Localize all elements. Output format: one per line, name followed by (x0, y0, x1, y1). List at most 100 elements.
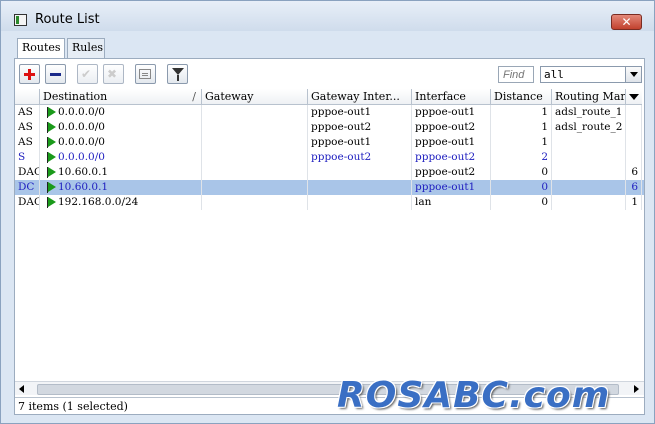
cell-extra: 6 (626, 165, 642, 180)
cell-destination: 10.60.0.1 (40, 180, 202, 195)
cell-distance: 0 (491, 180, 552, 195)
cell-gateway (202, 135, 308, 150)
x-icon: ✖ (107, 67, 118, 81)
disable-button[interactable]: ✖ (103, 64, 124, 84)
table-row[interactable]: DAC 192.168.0.0/24 lan 0 1 (15, 195, 644, 210)
cell-flags: DC (15, 180, 40, 195)
column-header-gateway[interactable]: Gateway (202, 89, 308, 105)
cell-gateway-interface (308, 195, 412, 210)
window-title: Route List (35, 12, 100, 27)
status-bar: 7 items (1 selected) (15, 397, 644, 414)
horizontal-scrollbar[interactable] (15, 381, 644, 395)
column-header-label: Destination (43, 90, 108, 103)
cell-routing-mark (552, 165, 626, 180)
scroll-left-icon[interactable] (15, 382, 29, 395)
routes-panel: ✔ ✖ all Destination / Gateway Gateway Inter… (14, 58, 645, 415)
check-icon: ✔ (81, 67, 92, 81)
tab-rules[interactable]: Rules (67, 38, 105, 58)
route-active-icon (47, 182, 56, 193)
cell-distance: 1 (491, 135, 552, 150)
cell-destination: 192.168.0.0/24 (40, 195, 202, 210)
cell-extra (626, 135, 642, 150)
column-header-label: Interface (415, 90, 466, 103)
column-header-label: Distance (494, 90, 543, 103)
tab-routes[interactable]: Routes (17, 38, 65, 59)
scroll-thumb[interactable] (37, 384, 619, 395)
cell-destination: 0.0.0.0/0 (40, 120, 202, 135)
column-header-flags[interactable] (15, 89, 40, 105)
status-text: 7 items (1 selected) (18, 400, 128, 413)
filter-button[interactable] (167, 64, 188, 84)
destination-text: 0.0.0.0/0 (58, 136, 105, 148)
column-header-interface[interactable]: Interface (412, 89, 491, 105)
column-header-label: Gateway Inter... (311, 90, 400, 103)
cell-distance: 2 (491, 150, 552, 165)
column-header-gateway-interface[interactable]: Gateway Inter... (308, 89, 412, 105)
destination-text: 0.0.0.0/0 (58, 121, 105, 133)
cell-gateway-interface: pppoe-out2 (308, 120, 412, 135)
cell-distance: 0 (491, 195, 552, 210)
route-active-icon (47, 167, 56, 178)
cell-distance: 1 (491, 105, 552, 120)
column-header-routing-mark[interactable]: Routing Mark (552, 89, 626, 105)
cell-destination: 0.0.0.0/0 (40, 135, 202, 150)
cell-interface: pppoe-out2 (412, 150, 491, 165)
column-header-destination[interactable]: Destination / (40, 89, 202, 105)
cell-interface: pppoe-out1 (412, 180, 491, 195)
table-row[interactable]: S 0.0.0.0/0 pppoe-out2 pppoe-out2 2 (15, 150, 644, 165)
filter-select-value: all (544, 68, 564, 81)
cell-routing-mark (552, 180, 626, 195)
route-active-icon (47, 197, 56, 208)
cell-routing-mark (552, 150, 626, 165)
column-header-distance[interactable]: Distance (491, 89, 552, 105)
chevron-down-icon[interactable] (625, 67, 641, 82)
cell-interface: pppoe-out2 (412, 120, 491, 135)
comment-button[interactable] (135, 64, 156, 84)
route-active-icon (47, 122, 56, 133)
table-row[interactable]: AS 0.0.0.0/0 pppoe-out2 pppoe-out2 1 adsl_rou… (15, 120, 644, 135)
cell-gateway-interface: pppoe-out2 (308, 150, 412, 165)
window-icon (14, 14, 27, 26)
cell-interface: pppoe-out1 (412, 105, 491, 120)
route-active-icon (47, 152, 56, 163)
table-row[interactable]: DAC 10.60.0.1 pppoe-out2 0 6 (15, 165, 644, 180)
cell-flags: AS (15, 120, 40, 135)
table-row[interactable]: AS 0.0.0.0/0 pppoe-out1 pppoe-out1 1 adsl_rou… (15, 105, 644, 120)
scroll-right-icon[interactable] (629, 382, 643, 395)
table-row[interactable]: AS 0.0.0.0/0 pppoe-out1 pppoe-out1 1 (15, 135, 644, 150)
cell-extra (626, 105, 642, 120)
column-menu-icon[interactable] (626, 89, 642, 105)
route-active-icon (47, 107, 56, 118)
sort-indicator: / (192, 90, 196, 103)
toolbar: ✔ ✖ all (15, 59, 644, 89)
destination-text: 0.0.0.0/0 (58, 106, 105, 118)
cell-extra: 1 (626, 195, 642, 210)
title-bar[interactable]: Route List ✕ (1, 1, 654, 31)
cell-flags: AS (15, 105, 40, 120)
filter-select[interactable]: all (540, 66, 642, 83)
cell-gateway (202, 150, 308, 165)
add-button[interactable] (19, 64, 40, 84)
cell-destination: 0.0.0.0/0 (40, 105, 202, 120)
cell-gateway (202, 120, 308, 135)
column-header-label: Gateway (205, 90, 254, 103)
cell-flags: DAC (15, 165, 40, 180)
route-table: Destination / Gateway Gateway Inter... Inter… (15, 89, 644, 378)
find-input[interactable] (498, 66, 534, 83)
cell-routing-mark: adsl_route_2 (552, 120, 626, 135)
enable-button[interactable]: ✔ (77, 64, 98, 84)
cell-routing-mark (552, 195, 626, 210)
cell-interface: lan (412, 195, 491, 210)
close-button[interactable]: ✕ (611, 14, 642, 30)
destination-text: 10.60.0.1 (58, 181, 109, 193)
cell-flags: AS (15, 135, 40, 150)
cell-gateway-interface: pppoe-out1 (308, 135, 412, 150)
route-list-window: Route List ✕ Routes Rules ✔ ✖ all Destin… (0, 0, 655, 424)
cell-extra: 6 (626, 180, 642, 195)
remove-button[interactable] (45, 64, 66, 84)
cell-distance: 1 (491, 120, 552, 135)
route-active-icon (47, 137, 56, 148)
cell-interface: pppoe-out2 (412, 165, 491, 180)
filter-icon (172, 68, 184, 81)
table-row[interactable]: DC 10.60.0.1 pppoe-out1 0 6 (15, 180, 644, 195)
